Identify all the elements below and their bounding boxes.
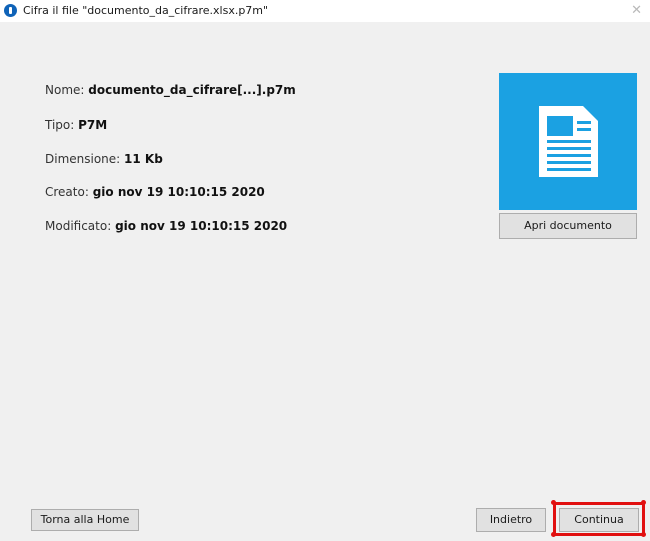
file-modified-row: Modificato: gio nov 19 10:10:15 2020 [45, 219, 287, 233]
file-name-row: Nome: documento_da_cifrare[...].p7m [45, 83, 296, 97]
file-size-value: 11 Kb [124, 152, 163, 166]
encrypt-file-dialog: Cifra il file "documento_da_cifrare.xlsx… [0, 0, 650, 541]
file-name-label: Nome: [45, 83, 85, 97]
document-icon [539, 106, 598, 177]
document-preview-tile [499, 73, 637, 210]
title-bar: Cifra il file "documento_da_cifrare.xlsx… [0, 0, 650, 22]
open-document-button[interactable]: Apri documento [499, 213, 637, 239]
file-modified-value: gio nov 19 10:10:15 2020 [115, 219, 288, 233]
continue-button[interactable]: Continua [559, 508, 639, 532]
file-size-label: Dimensione: [45, 152, 121, 166]
back-button[interactable]: Indietro [476, 508, 546, 532]
highlight-corner-dot [641, 532, 646, 537]
highlight-corner-dot [551, 500, 556, 505]
file-name-value: documento_da_cifrare[...].p7m [88, 83, 296, 97]
highlight-corner-dot [641, 500, 646, 505]
file-created-label: Creato: [45, 185, 89, 199]
file-created-row: Creato: gio nov 19 10:10:15 2020 [45, 185, 265, 199]
app-info-icon [4, 4, 17, 17]
file-created-value: gio nov 19 10:10:15 2020 [92, 185, 265, 199]
window-title: Cifra il file "documento_da_cifrare.xlsx… [23, 4, 269, 17]
back-to-home-button[interactable]: Torna alla Home [31, 509, 139, 531]
highlight-corner-dot [551, 532, 556, 537]
file-type-value: P7M [78, 118, 108, 132]
file-type-row: Tipo: P7M [45, 118, 107, 132]
file-type-label: Tipo: [45, 118, 75, 132]
close-icon[interactable]: ✕ [631, 3, 642, 18]
file-modified-label: Modificato: [45, 219, 112, 233]
file-size-row: Dimensione: 11 Kb [45, 152, 163, 166]
